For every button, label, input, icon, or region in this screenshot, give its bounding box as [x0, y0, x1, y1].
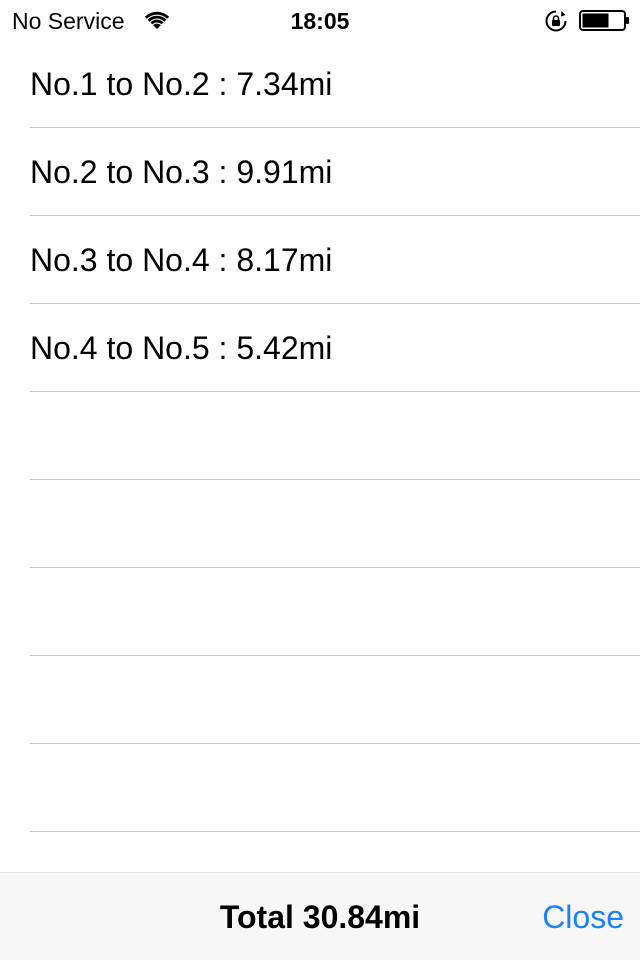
table-row[interactable]: No.4 to No.5 : 5.42mi — [0, 304, 640, 392]
table-row[interactable]: No.1 to No.2 : 7.34mi — [0, 40, 640, 128]
rotation-lock-icon — [544, 9, 568, 33]
route-segment-label: No.1 to No.2 : 7.34mi — [30, 66, 333, 102]
close-button[interactable]: Close — [542, 873, 624, 961]
route-segment-label: No.4 to No.5 : 5.42mi — [30, 330, 333, 366]
table-row[interactable] — [0, 832, 640, 872]
route-segment-label: No.3 to No.4 : 8.17mi — [30, 242, 333, 278]
table-row[interactable]: No.3 to No.4 : 8.17mi — [0, 216, 640, 304]
table-row[interactable] — [0, 656, 640, 744]
route-list[interactable]: No.1 to No.2 : 7.34mi No.2 to No.3 : 9.91… — [0, 40, 640, 872]
table-row[interactable] — [0, 744, 640, 832]
status-bar: No Service 18:05 — [0, 0, 640, 40]
table-row[interactable] — [0, 568, 640, 656]
battery-icon — [579, 10, 631, 31]
table-row[interactable] — [0, 480, 640, 568]
table-row[interactable]: No.2 to No.3 : 9.91mi — [0, 128, 640, 216]
bottom-toolbar: Total 30.84mi Close — [0, 872, 640, 960]
route-segment-label: No.2 to No.3 : 9.91mi — [30, 154, 333, 190]
battery-fill — [582, 13, 609, 28]
table-row[interactable] — [0, 392, 640, 480]
